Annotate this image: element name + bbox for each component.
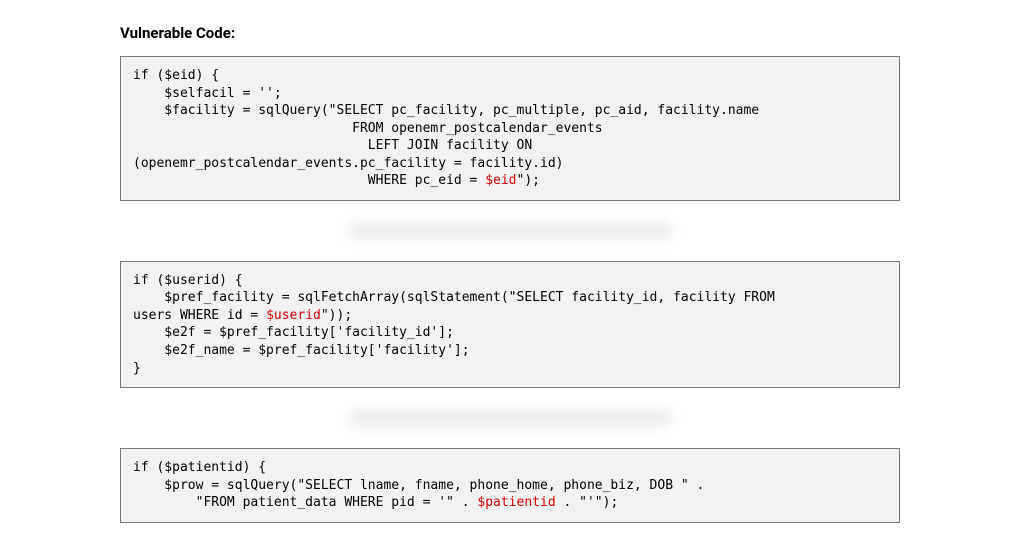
code-block-3: if ($patientid) { $prow = sqlQuery("SELE…	[120, 448, 900, 523]
code-line: WHERE pc_eid =	[133, 173, 485, 188]
injected-var: $eid	[485, 173, 516, 188]
blurred-caption	[350, 224, 670, 238]
code-line: $pref_facility = sqlFetchArray(sqlStatem…	[133, 290, 783, 305]
code-line: users WHERE id =	[133, 308, 266, 323]
code-line: $prow = sqlQuery("SELECT lname, fname, p…	[133, 478, 704, 493]
section-heading: Vulnerable Code:	[120, 24, 900, 42]
code-block-2: if ($userid) { $pref_facility = sqlFetch…	[120, 261, 900, 388]
code-line: FROM openemr_postcalendar_events	[133, 121, 603, 136]
code-line-tail: ");	[517, 173, 540, 188]
code-line: $selfacil = '';	[133, 86, 282, 101]
code-line-tail: "));	[321, 308, 352, 323]
code-line: if ($patientid) {	[133, 460, 266, 475]
injected-var: $userid	[266, 308, 321, 323]
code-line: }	[133, 361, 141, 376]
code-line: LEFT JOIN facility ON	[133, 138, 540, 153]
code-line: $e2f = $pref_facility['facility_id'];	[133, 325, 454, 340]
code-line: if ($eid) {	[133, 68, 219, 83]
code-line: if ($userid) {	[133, 273, 243, 288]
blurred-caption	[350, 411, 670, 425]
code-line: $e2f_name = $pref_facility['facility'];	[133, 343, 470, 358]
code-line-tail: . "'");	[556, 495, 619, 510]
code-line: $facility = sqlQuery("SELECT pc_facility…	[133, 103, 759, 118]
injected-var: $patientid	[477, 495, 555, 510]
document-page: Vulnerable Code: if ($eid) { $selfacil =…	[0, 0, 1020, 537]
code-line: (openemr_postcalendar_events.pc_facility…	[133, 156, 563, 171]
caption-gap-2	[120, 388, 900, 448]
code-block-1: if ($eid) { $selfacil = ''; $facility = …	[120, 56, 900, 201]
caption-gap-1	[120, 201, 900, 261]
code-line: "FROM patient_data WHERE pid = '" .	[133, 495, 477, 510]
